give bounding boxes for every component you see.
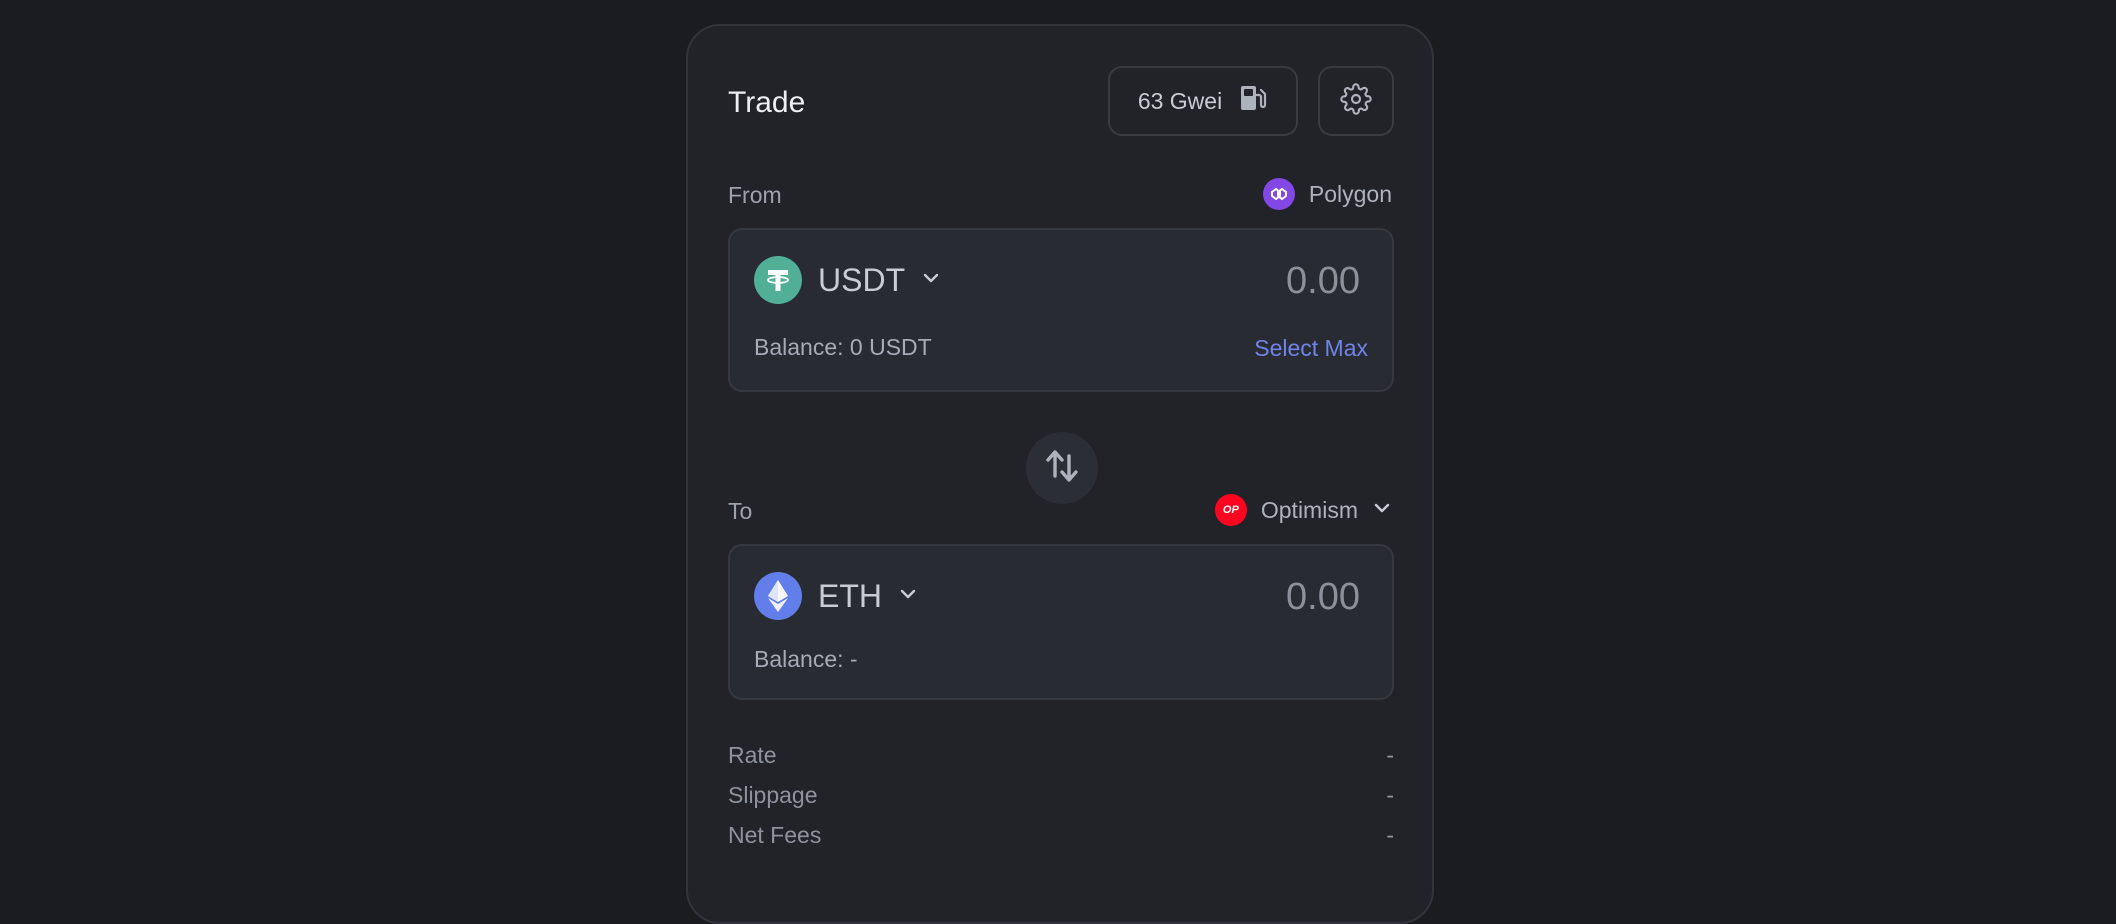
from-token-selector[interactable]: USDT bbox=[754, 256, 941, 304]
summary-value: - bbox=[1386, 822, 1394, 848]
to-chain-name: Optimism bbox=[1260, 496, 1358, 523]
ethereum-icon bbox=[754, 572, 802, 620]
to-label: To bbox=[728, 498, 753, 524]
summary-row-net-fees: Net Fees - bbox=[728, 822, 1394, 849]
from-chain-selector[interactable]: Polygon bbox=[1262, 178, 1392, 210]
from-balance: Balance: 0 USDT bbox=[754, 334, 932, 360]
to-token-selector[interactable]: ETH bbox=[754, 572, 918, 620]
summary-value: - bbox=[1386, 742, 1394, 768]
chevron-down-icon bbox=[921, 268, 941, 293]
chevron-down-icon bbox=[1372, 497, 1392, 524]
from-chain-name: Polygon bbox=[1308, 180, 1392, 207]
page-title: Trade bbox=[728, 86, 806, 119]
summary-row-slippage: Slippage - bbox=[728, 782, 1394, 809]
swap-direction-button[interactable] bbox=[1026, 432, 1098, 504]
swap-arrows-icon bbox=[1045, 446, 1079, 491]
from-token-panel: USDT 0.00 Balance: 0 USDT Select Max bbox=[728, 228, 1394, 392]
optimism-icon: OP bbox=[1214, 494, 1247, 526]
to-token-panel: ETH 0.00 Balance: - bbox=[728, 544, 1394, 700]
chevron-down-icon bbox=[898, 584, 918, 609]
summary-value: - bbox=[1386, 782, 1394, 808]
from-amount-input[interactable]: 0.00 bbox=[1286, 260, 1360, 303]
to-chain-selector[interactable]: OP Optimism bbox=[1214, 494, 1392, 526]
tether-icon bbox=[754, 256, 802, 304]
trade-card: Trade 63 Gwei From Polygon USDT 0.00 Bal… bbox=[686, 24, 1434, 924]
polygon-icon bbox=[1262, 178, 1295, 210]
from-label: From bbox=[728, 182, 782, 208]
optimism-badge-text: OP bbox=[1222, 504, 1239, 516]
gear-icon bbox=[1340, 82, 1372, 120]
to-token-symbol: ETH bbox=[818, 577, 882, 614]
to-balance: Balance: - bbox=[754, 646, 858, 672]
gas-pump-icon bbox=[1238, 83, 1268, 119]
gas-price-button[interactable]: 63 Gwei bbox=[1108, 66, 1298, 136]
from-token-symbol: USDT bbox=[818, 261, 906, 298]
gas-price-label: 63 Gwei bbox=[1137, 87, 1223, 114]
summary-label: Net Fees bbox=[728, 822, 822, 848]
summary-label: Rate bbox=[728, 742, 777, 768]
settings-button[interactable] bbox=[1318, 66, 1394, 136]
summary-label: Slippage bbox=[728, 782, 818, 808]
to-amount-output: 0.00 bbox=[1286, 576, 1360, 618]
summary-row-rate: Rate - bbox=[728, 742, 1394, 769]
select-max-button[interactable]: Select Max bbox=[1254, 335, 1368, 362]
